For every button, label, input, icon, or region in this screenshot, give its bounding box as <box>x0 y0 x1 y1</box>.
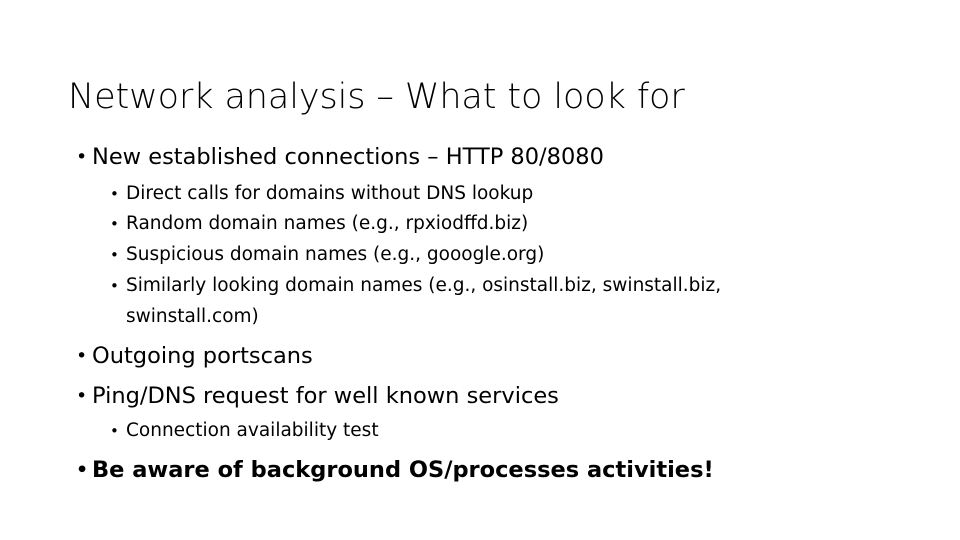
bullet-icon: • <box>76 146 88 168</box>
bullet-icon: • <box>110 276 119 295</box>
slide: Network analysis – What to look for • Ne… <box>0 0 960 540</box>
bullet-icon: • <box>110 215 119 234</box>
bullet-item: • Similarly looking domain names (e.g., … <box>0 271 960 332</box>
bullet-icon: • <box>110 184 119 203</box>
bullet-label: Ping/DNS request for well known services <box>92 382 559 409</box>
bullet-icon: • <box>76 384 88 407</box>
bullet-label: New established connections – HTTP 80/80… <box>92 144 604 170</box>
bullet-icon: • <box>76 345 88 368</box>
bullet-label: Similarly looking domain names (e.g., os… <box>126 274 722 327</box>
bullet-icon: • <box>76 459 89 482</box>
bullet-item: • Direct calls for domains without DNS l… <box>0 179 960 210</box>
bullet-item: • Suspicious domain names (e.g., gooogle… <box>0 240 960 271</box>
bullet-label: Direct calls for domains without DNS loo… <box>126 182 534 204</box>
sub-bullet-group: • Connection availability test <box>0 416 960 447</box>
bullet-item: • Random domain names (e.g., rpxiodffd.b… <box>0 209 960 240</box>
bullet-item: • New established connections – HTTP 80/… <box>0 143 960 173</box>
bullet-icon: • <box>110 421 119 440</box>
bullet-item: • Connection availability test <box>0 416 960 447</box>
slide-body: • New established connections – HTTP 80/… <box>0 143 960 487</box>
bullet-label: Be aware of background OS/processes acti… <box>92 457 714 484</box>
sub-bullet-group: • Direct calls for domains without DNS l… <box>0 179 960 333</box>
bullet-icon: • <box>110 246 119 265</box>
bullet-item-emphasis: • Be aware of background OS/processes ac… <box>0 456 960 486</box>
bullet-label: Random domain names (e.g., rpxiodffd.biz… <box>126 213 529 235</box>
bullet-label: Suspicious domain names (e.g., gooogle.o… <box>126 244 545 266</box>
bullet-label: Outgoing portscans <box>92 343 313 370</box>
bullet-item: • Outgoing portscans <box>0 342 960 372</box>
bullet-label: Connection availability test <box>126 419 379 441</box>
page-title: Network analysis – What to look for <box>68 77 685 118</box>
bullet-item: • Ping/DNS request for well known servic… <box>0 382 960 412</box>
